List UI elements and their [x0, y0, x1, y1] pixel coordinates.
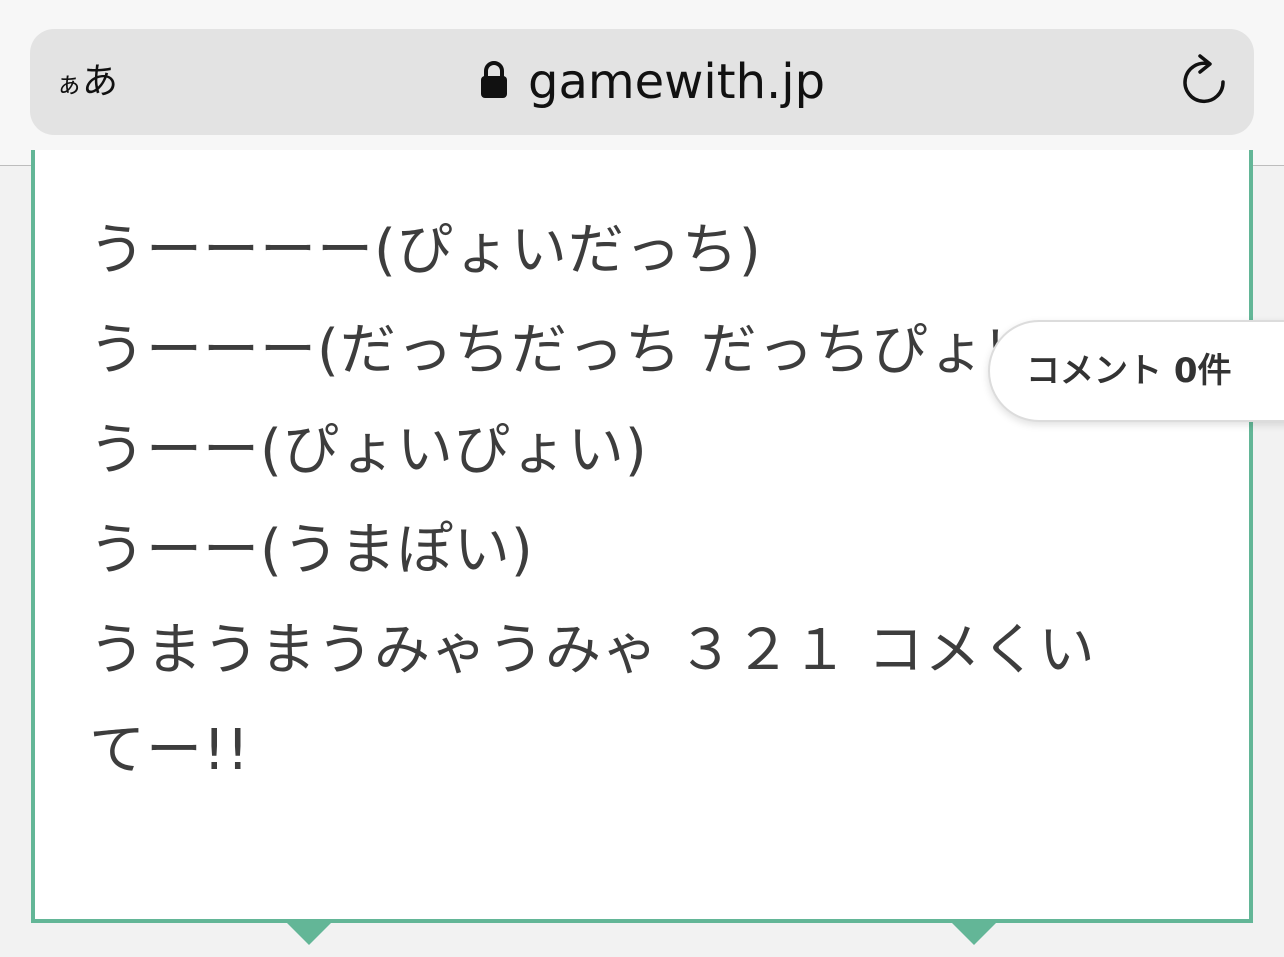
lyric-line: うまうまうみゃうみゃ ３２１ コメくい: [89, 618, 1096, 683]
url-display[interactable]: gamewith.jp: [480, 51, 825, 113]
lyrics-box: うーーーー(ぴょいだっち) うーーー(だっちだっち だっちぴょい) うーー(ぴょ…: [31, 150, 1253, 923]
lyric-line: うーーーー(ぴょいだっち): [89, 218, 762, 283]
lock-icon: [480, 60, 508, 104]
text-size-button[interactable]: ぁあ: [56, 57, 118, 107]
box-pointer-right: [950, 921, 998, 945]
text-size-large-glyph: あ: [82, 61, 119, 102]
comment-count-button[interactable]: コメント 0件: [988, 320, 1284, 422]
lyrics-list: うーーーー(ぴょいだっち) うーーー(だっちだっち だっちぴょい) うーー(ぴょ…: [89, 201, 1189, 801]
lyric-line: てー!!: [89, 718, 250, 783]
lyric-line: うーー(うまぽい): [89, 518, 534, 583]
reload-button[interactable]: [1176, 53, 1234, 111]
comment-count-label: コメント 0件: [1026, 351, 1232, 391]
url-text: gamewith.jp: [528, 54, 826, 110]
address-bar[interactable]: ぁあ gamewith.jp: [30, 29, 1254, 135]
reload-icon: [1176, 54, 1234, 115]
text-size-small-glyph: ぁ: [56, 70, 83, 100]
box-pointer-left: [285, 921, 333, 945]
browser-toolbar: ぁあ gamewith.jp: [0, 0, 1284, 166]
